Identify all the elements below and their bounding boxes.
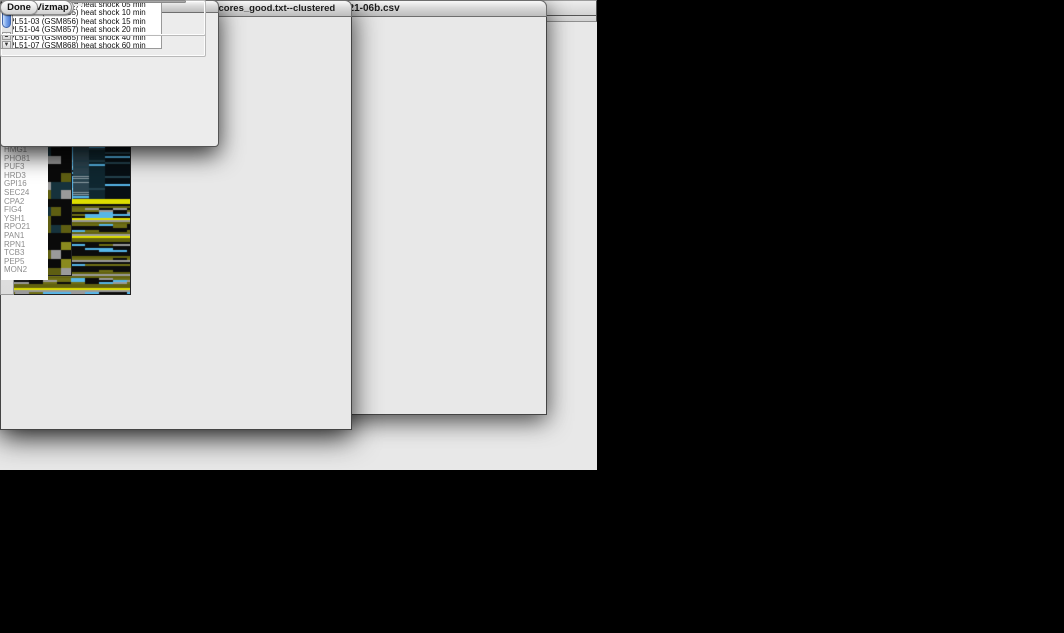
- scroll-down-icon[interactable]: ▼: [2, 41, 11, 49]
- desktop-screenshot: Cytoscape Desktop (Session Name: collins…: [0, 0, 1064, 633]
- done-label: Done: [7, 2, 31, 13]
- gene-label[interactable]: MON2: [1, 266, 48, 275]
- done-button[interactable]: Done: [0, 0, 38, 15]
- attribute-item[interactable]: GPL51-07 (GSM868) heat shock 60 min: [3, 42, 161, 49]
